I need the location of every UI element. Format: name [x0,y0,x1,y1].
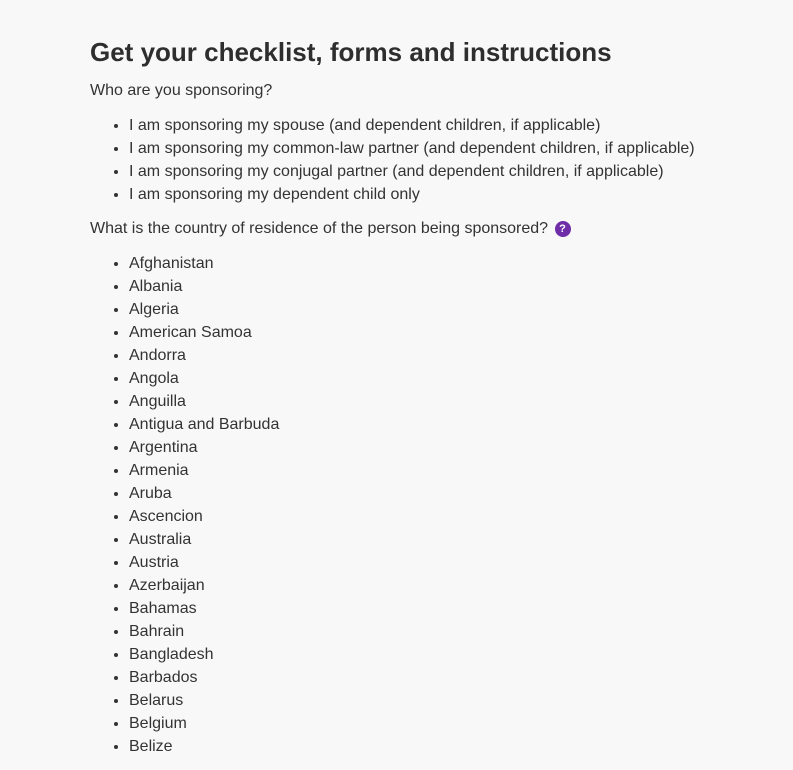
country-option[interactable]: Aruba [129,482,770,505]
country-option[interactable]: Ascencion [129,505,770,528]
sponsoring-option-conjugal[interactable]: I am sponsoring my conjugal partner (and… [129,160,770,183]
residence-question: What is the country of residence of the … [90,218,770,240]
country-option[interactable]: Belgium [129,712,770,735]
country-option[interactable]: Antigua and Barbuda [129,413,770,436]
sponsoring-option-spouse[interactable]: I am sponsoring my spouse (and dependent… [129,114,770,137]
country-option[interactable]: Belarus [129,689,770,712]
country-option[interactable]: Bahamas [129,597,770,620]
country-option[interactable]: Afghanistan [129,252,770,275]
country-option[interactable]: Bangladesh [129,643,770,666]
country-option[interactable]: Andorra [129,344,770,367]
country-option[interactable]: Australia [129,528,770,551]
country-option[interactable]: Azerbaijan [129,574,770,597]
country-option[interactable]: Anguilla [129,390,770,413]
sponsoring-options-list: I am sponsoring my spouse (and dependent… [90,114,770,206]
sponsoring-option-common-law[interactable]: I am sponsoring my common-law partner (a… [129,137,770,160]
question-circle-icon[interactable]: ? [554,221,571,237]
page-title: Get your checklist, forms and instructio… [90,37,612,67]
country-option[interactable]: Bahrain [129,620,770,643]
country-option[interactable]: American Samoa [129,321,770,344]
country-option[interactable]: Algeria [129,298,770,321]
country-option[interactable]: Barbados [129,666,770,689]
main-content: Get your checklist, forms and instructio… [90,36,770,770]
country-option[interactable]: Angola [129,367,770,390]
country-list: AfghanistanAlbaniaAlgeriaAmerican SamoaA… [90,252,770,758]
country-option[interactable]: Albania [129,275,770,298]
country-option[interactable]: Argentina [129,436,770,459]
sponsoring-option-dependent-child[interactable]: I am sponsoring my dependent child only [129,183,770,206]
country-option[interactable]: Austria [129,551,770,574]
residence-question-text: What is the country of residence of the … [90,220,549,237]
sponsoring-question: Who are you sponsoring? [90,82,273,99]
country-option[interactable]: Armenia [129,459,770,482]
